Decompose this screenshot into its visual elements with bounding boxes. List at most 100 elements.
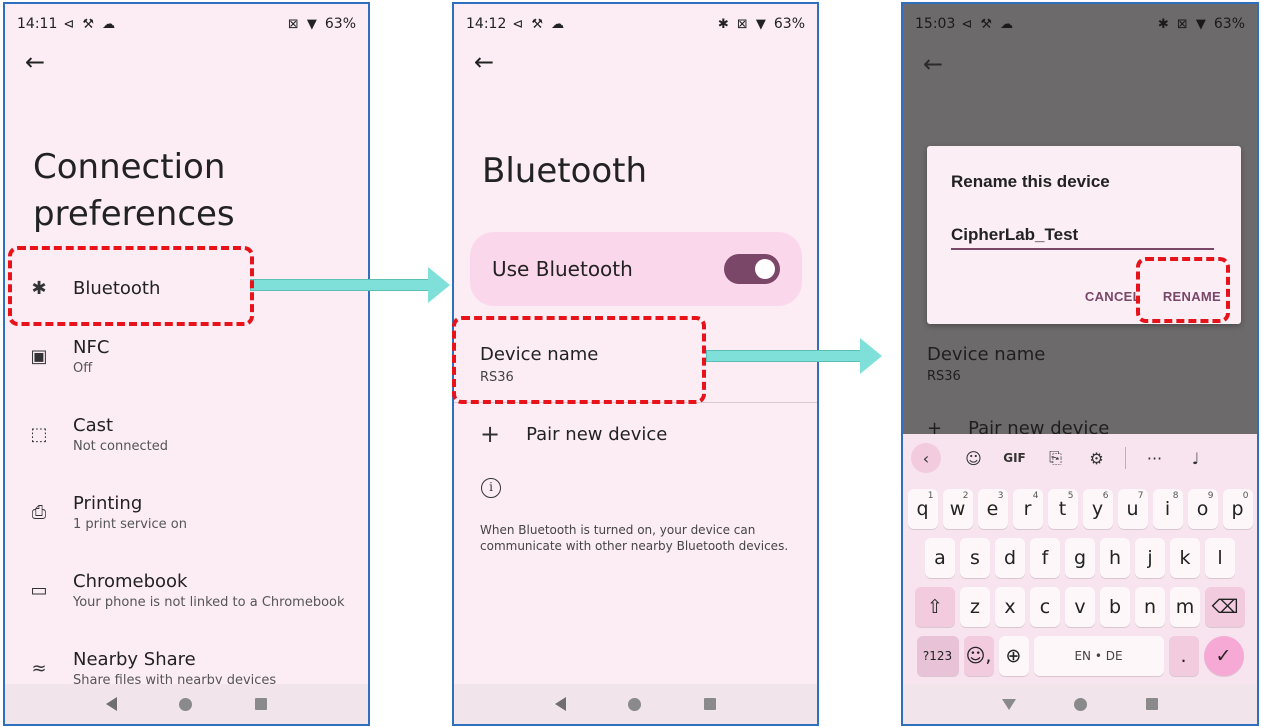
status-time: 14:12 [466, 16, 507, 32]
settings-item-subtitle: Your phone is not linked to a Chromebook [73, 594, 345, 610]
info-text: When Bluetooth is turned on, your device… [480, 523, 789, 553]
key-v[interactable]: v [1065, 587, 1095, 627]
key-label: t [1058, 498, 1067, 520]
key-l[interactable]: l [1205, 538, 1235, 578]
key-label: p [1231, 498, 1244, 520]
nav-recents-icon[interactable] [1145, 698, 1158, 710]
key-y[interactable]: y6 [1082, 489, 1113, 529]
key-u[interactable]: u7 [1117, 489, 1148, 529]
nearby-share-icon: ≈ [31, 657, 47, 679]
phone-screen-rename-dialog: 15:03 ⊲ ⚒ ☁ ✱ ⊠ ▼ 63% ← Device name RS36… [901, 2, 1259, 726]
bluetooth-toggle[interactable] [724, 254, 780, 284]
device-name-label: Device name [927, 344, 1046, 365]
settings-item-cast[interactable]: ⬚ Cast Not connected [5, 404, 368, 464]
use-bluetooth-row[interactable]: Use Bluetooth [470, 232, 802, 306]
sticker-icon[interactable]: ☺ [953, 449, 994, 468]
emoji-comma-key[interactable]: ☺, [963, 636, 994, 676]
on-screen-keyboard: ‹ ☺ GIF ⎘ ⚙ ··· ♩ q1 w2 e3 r4 t5 y6 u7 i… [903, 434, 1257, 684]
status-time: 14:11 [17, 16, 58, 32]
space-key[interactable]: EN • DE [1033, 636, 1164, 676]
nav-back-icon[interactable] [106, 697, 118, 711]
nav-recents-icon[interactable] [703, 698, 716, 710]
toggle-knob [755, 259, 775, 279]
key-s[interactable]: s [960, 538, 990, 578]
back-arrow-icon: ← [923, 50, 944, 78]
battery-level: 63% [324, 16, 356, 32]
key-c[interactable]: c [1030, 587, 1060, 627]
key-p[interactable]: p0 [1222, 489, 1253, 529]
status-left-icons: ⊲ ⚒ ☁ [512, 16, 567, 32]
key-q[interactable]: q1 [907, 489, 938, 529]
key-f[interactable]: f [1030, 538, 1060, 578]
key-n[interactable]: n [1135, 587, 1165, 627]
key-o[interactable]: o9 [1187, 489, 1218, 529]
microphone-icon[interactable]: ♩ [1175, 449, 1216, 468]
shift-key[interactable]: ⇧ [915, 587, 955, 627]
key-label: u [1126, 498, 1139, 520]
key-label: i [1164, 498, 1171, 520]
nav-home-icon[interactable] [179, 697, 193, 711]
key-hint: 5 [1067, 491, 1074, 501]
key-t[interactable]: t5 [1047, 489, 1078, 529]
cancel-button[interactable]: CANCEL [1085, 289, 1141, 304]
gif-button[interactable]: GIF [994, 451, 1035, 465]
page-title-line1: Connection [33, 147, 226, 187]
device-name-input[interactable] [951, 222, 1214, 250]
pair-new-device-label: Pair new device [526, 423, 668, 445]
key-hint: 7 [1137, 491, 1144, 501]
navigation-bar [5, 684, 368, 724]
settings-item-subtitle: Not connected [73, 438, 168, 454]
key-k[interactable]: k [1170, 538, 1200, 578]
nav-hide-keyboard-icon[interactable] [1002, 698, 1017, 710]
key-a[interactable]: a [925, 538, 955, 578]
key-r[interactable]: r4 [1012, 489, 1043, 529]
key-label: e [986, 498, 999, 520]
key-label: w [949, 498, 966, 520]
key-m[interactable]: m [1170, 587, 1200, 627]
cast-icon: ⬚ [30, 423, 48, 445]
key-hint: 0 [1242, 491, 1249, 501]
globe-icon[interactable]: ⊕ [998, 636, 1029, 676]
settings-item-printing[interactable]: ⎙ Printing 1 print service on [5, 482, 368, 542]
back-arrow-icon[interactable]: ← [474, 50, 494, 74]
key-i[interactable]: i8 [1152, 489, 1183, 529]
key-label: y [1091, 498, 1104, 520]
key-e[interactable]: e3 [977, 489, 1008, 529]
phone-screen-connection-preferences: 14:11 ⊲ ⚒ ☁ ⊠ ▼ 63% ← Connection prefere… [3, 2, 370, 726]
back-arrow-icon[interactable]: ← [25, 50, 45, 74]
settings-gear-icon[interactable]: ⚙ [1076, 449, 1117, 468]
highlight-rename-button [1136, 257, 1230, 323]
more-icon[interactable]: ··· [1134, 449, 1175, 468]
pair-new-device-item[interactable]: + Pair new device [480, 420, 667, 448]
key-j[interactable]: j [1135, 538, 1165, 578]
key-h[interactable]: h [1100, 538, 1130, 578]
enter-check-icon[interactable]: ✓ [1203, 636, 1244, 676]
navigation-bar [454, 684, 817, 724]
key-w[interactable]: w2 [942, 489, 973, 529]
key-label: q [916, 498, 929, 520]
settings-item-title: NFC [73, 336, 110, 358]
collapse-icon[interactable]: ‹ [911, 443, 941, 473]
use-bluetooth-label: Use Bluetooth [492, 257, 633, 281]
nav-recents-icon[interactable] [254, 698, 267, 710]
backspace-key[interactable]: ⌫ [1205, 587, 1245, 627]
key-x[interactable]: x [995, 587, 1025, 627]
flow-arrow-1-shaft [250, 279, 430, 291]
settings-item-title: Cast [73, 414, 114, 436]
key-hint: 6 [1102, 491, 1109, 501]
settings-item-chromebook[interactable]: ▭ Chromebook Your phone is not linked to… [5, 560, 368, 620]
nav-back-icon[interactable] [555, 697, 567, 711]
key-d[interactable]: d [995, 538, 1025, 578]
key-b[interactable]: b [1100, 587, 1130, 627]
plus-icon: + [480, 420, 501, 448]
nav-home-icon[interactable] [628, 697, 642, 711]
keyboard-row-4: ?123 ☺, ⊕ EN • DE . ✓ [903, 636, 1257, 678]
clipboard-icon[interactable]: ⎘ [1035, 448, 1076, 468]
nav-home-icon[interactable] [1074, 697, 1088, 711]
key-g[interactable]: g [1065, 538, 1095, 578]
period-key[interactable]: . [1168, 636, 1199, 676]
key-hint: 3 [997, 491, 1004, 501]
key-z[interactable]: z [960, 587, 990, 627]
symbols-key[interactable]: ?123 [916, 636, 959, 676]
settings-item-nfc[interactable]: ▣ NFC Off [5, 326, 368, 386]
